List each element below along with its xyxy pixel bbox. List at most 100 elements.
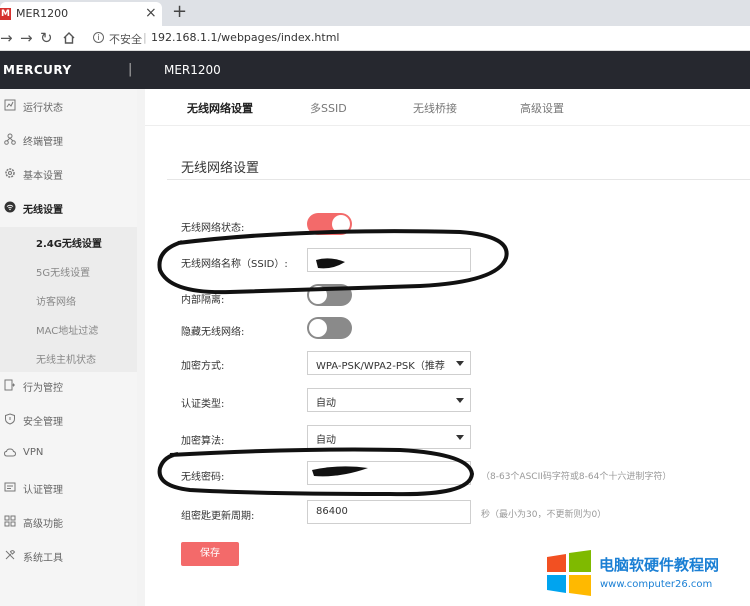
sidebar-item-advanced[interactable]: 高级功能	[0, 505, 137, 539]
algorithm-label: 加密算法:	[181, 436, 225, 447]
main-panel: 无线网络设置 多SSID 无线桥接 高级设置 无线网络设置 无线网络状态: 无线…	[145, 89, 750, 606]
behavior-icon	[4, 379, 15, 391]
advanced-icon	[4, 515, 16, 527]
tab-wireless-settings[interactable]: 无线网络设置	[187, 100, 253, 116]
tab-close-icon[interactable]: ×	[145, 5, 157, 21]
sidebar-subitem-guest[interactable]: 访客网络	[0, 285, 137, 314]
sidebar-subitem-mac-filter[interactable]: MAC地址过滤	[0, 314, 137, 343]
algorithm-value: 自动	[316, 435, 336, 446]
chevron-down-icon	[456, 435, 464, 440]
device-model: MER1200	[164, 63, 221, 77]
sidebar-item-behavior[interactable]: 行为管控	[0, 369, 137, 403]
rekey-value: 86400	[316, 506, 348, 517]
sidebar-item-vpn[interactable]: VPN	[0, 437, 137, 471]
encryption-value: WPA-PSK/WPA2-PSK（推荐	[316, 361, 445, 372]
tab-advanced[interactable]: 高级设置	[520, 100, 564, 116]
sidebar-subitem-label: MAC地址过滤	[36, 326, 99, 337]
settings-tabs: 无线网络设置 多SSID 无线桥接 高级设置	[145, 89, 750, 126]
sidebar-item-label: 无线设置	[23, 205, 63, 216]
forward-arrow-icon[interactable]: →	[20, 29, 33, 47]
windows-logo-watermark-icon	[547, 550, 591, 596]
sidebar-subitem-label: 5G无线设置	[36, 268, 91, 279]
sidebar-item-label: 运行状态	[23, 103, 63, 114]
hide-ssid-toggle[interactable]	[307, 317, 352, 339]
sidebar-item-label: 系统工具	[23, 553, 63, 564]
isolation-toggle[interactable]	[307, 284, 352, 306]
status-icon	[4, 99, 16, 111]
browser-toolbar: → → ↻ i 不安全 | 192.168.1.1/webpages/index…	[0, 26, 750, 51]
sidebar-item-security[interactable]: 安全管理	[0, 403, 137, 437]
sidebar-subitem-label: 访客网络	[36, 297, 76, 308]
ssid-input[interactable]	[307, 248, 471, 272]
auth-type-select[interactable]: 自动	[307, 388, 471, 412]
sidebar-item-status[interactable]: 运行状态	[0, 89, 137, 123]
sidebar-subitem-label: 无线主机状态	[36, 355, 96, 366]
tab-wireless-bridge[interactable]: 无线桥接	[413, 100, 457, 116]
browser-tabstrip: M MER1200 × +	[0, 0, 750, 26]
rekey-label: 组密匙更新周期:	[181, 511, 255, 522]
rekey-input[interactable]: 86400	[307, 500, 471, 524]
new-tab-button[interactable]: +	[172, 1, 187, 22]
sidebar-item-basic[interactable]: 基本设置	[0, 157, 137, 191]
auth-type-value: 自动	[316, 398, 336, 409]
toggle-knob	[332, 215, 350, 233]
sidebar-item-label: 高级功能	[23, 519, 63, 530]
sidebar-subitem-2g[interactable]: 2.4G无线设置	[0, 227, 137, 256]
sidebar-subitem-host-status[interactable]: 无线主机状态	[0, 343, 137, 372]
sidebar-subitem-5g[interactable]: 5G无线设置	[0, 256, 137, 285]
sidebar-item-auth[interactable]: 认证管理	[0, 471, 137, 505]
sidebar-item-label: VPN	[23, 447, 44, 458]
sidebar-item-label: 认证管理	[23, 485, 63, 496]
address-bar-url[interactable]: 192.168.1.1/webpages/index.html	[151, 31, 340, 44]
mercury-favicon-icon: M	[0, 8, 11, 20]
sidebar-item-label: 基本设置	[23, 171, 63, 182]
insecure-label: 不安全	[109, 33, 142, 46]
encryption-label: 加密方式:	[181, 361, 225, 372]
toggle-knob	[309, 286, 327, 304]
save-button[interactable]: 保存	[181, 542, 239, 566]
tab-multi-ssid[interactable]: 多SSID	[310, 100, 347, 116]
sidebar: 运行状态 终端管理 基本设置 无线设置 2.4G无线设置 5G无线设置 访客网络…	[0, 89, 137, 606]
reload-icon[interactable]: ↻	[40, 29, 53, 47]
gear-icon	[5, 168, 15, 178]
section-title: 无线网络设置	[181, 161, 260, 176]
sidebar-item-label: 行为管控	[23, 383, 63, 394]
shield-icon	[5, 413, 15, 425]
back-arrow-icon[interactable]: →	[0, 29, 13, 47]
isolation-label: 内部隔离:	[181, 295, 225, 306]
omnibox-separator: |	[143, 31, 147, 44]
hide-ssid-label: 隐藏无线网络:	[181, 327, 245, 338]
tab-title: MER1200	[16, 7, 69, 20]
info-icon[interactable]: i	[93, 32, 104, 43]
password-label: 无线密码:	[181, 472, 225, 483]
encryption-select[interactable]: WPA-PSK/WPA2-PSK（推荐	[307, 351, 471, 375]
app-header: MERCURY | MER1200	[0, 51, 750, 89]
sidebar-item-label: 安全管理	[23, 417, 63, 428]
chevron-down-icon	[456, 361, 464, 366]
wifi-icon	[4, 201, 16, 213]
sidebar-item-tools[interactable]: 系统工具	[0, 539, 137, 573]
auth-icon	[4, 482, 16, 492]
section-divider	[167, 179, 750, 180]
password-input[interactable]	[307, 461, 471, 485]
sidebar-item-wireless[interactable]: 无线设置	[0, 191, 137, 225]
sidebar-item-devices[interactable]: 终端管理	[0, 123, 137, 157]
password-hint: （8-63个ASCII码字符或8-64个十六进制字符）	[481, 472, 672, 482]
sidebar-item-label: 终端管理	[23, 137, 63, 148]
watermark-url: www.computer26.com	[600, 579, 713, 590]
toggle-knob	[309, 319, 327, 337]
algorithm-select[interactable]: 自动	[307, 425, 471, 449]
wifi-status-label: 无线网络状态:	[181, 223, 245, 234]
chevron-down-icon	[456, 398, 464, 403]
rekey-hint: 秒（最小为30，不更新则为0）	[481, 510, 607, 520]
tools-icon	[5, 550, 16, 560]
browser-tab[interactable]: M MER1200 ×	[0, 2, 162, 26]
watermark-title: 电脑软硬件教程网	[599, 556, 720, 574]
vpn-icon	[4, 448, 16, 457]
auth-type-label: 认证类型:	[181, 399, 225, 410]
home-icon[interactable]	[62, 31, 76, 45]
wifi-status-toggle[interactable]	[307, 213, 352, 235]
ssid-label: 无线网络名称（SSID）:	[181, 259, 288, 270]
sidebar-subitem-label: 2.4G无线设置	[36, 239, 102, 250]
brand-logo: MERCURY	[3, 63, 72, 77]
